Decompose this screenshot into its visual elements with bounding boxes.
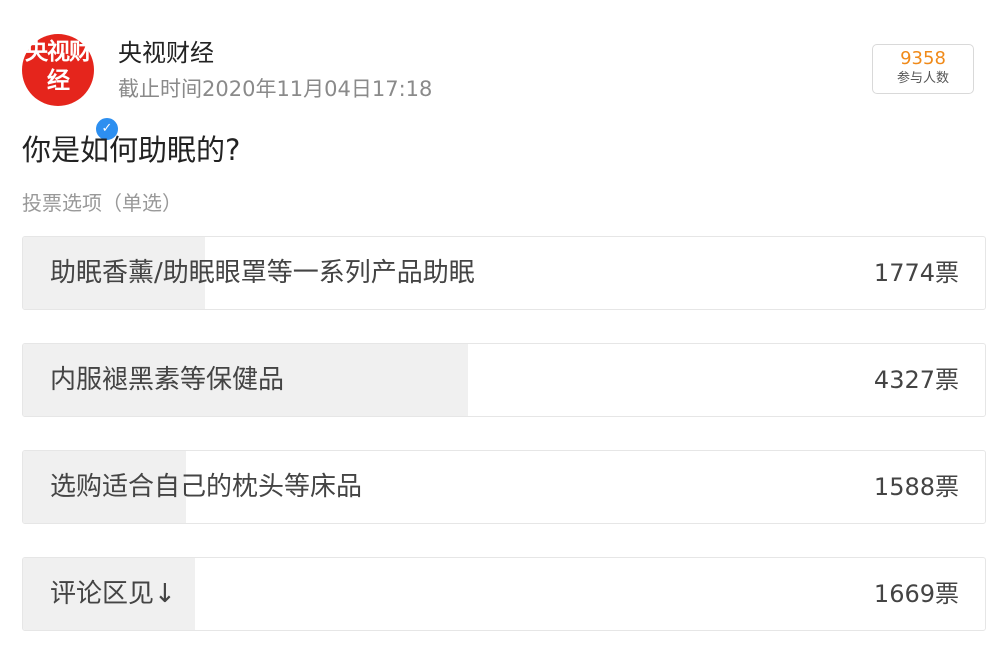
account-name[interactable]: 央视财经 — [118, 38, 214, 68]
poll-option-1[interactable]: 助眠香薰/助眠眼罩等一系列产品助眠 1774票 — [22, 236, 986, 310]
participants-label: 参与人数 — [896, 71, 949, 86]
poll-type-label: 投票选项（单选） — [22, 191, 182, 215]
poll-question: 你是如何助眠的? — [22, 133, 241, 167]
poll-option-label: 助眠香薰/助眠眼罩等一系列产品助眠 — [50, 258, 475, 288]
poll-option-votes: 1588票 — [873, 473, 959, 501]
participants-badge: 9358 参与人数 — [872, 44, 974, 94]
account-avatar[interactable]: 央视财经 ✓ — [22, 34, 120, 142]
participants-count: 9358 — [900, 48, 946, 69]
poll-option-3[interactable]: 选购适合自己的枕头等床品 1588票 — [22, 450, 986, 524]
poll-deadline: 截止时间2020年11月04日17:18 — [118, 77, 433, 101]
poll-option-votes: 4327票 — [873, 366, 959, 394]
avatar-logo-text: 央视财经 — [25, 39, 92, 94]
poll-option-votes: 1774票 — [873, 259, 959, 287]
poll-option-2[interactable]: 内服褪黑素等保健品 4327票 — [22, 343, 986, 417]
poll-option-label: 选购适合自己的枕头等床品 — [50, 472, 363, 502]
poll-option-4[interactable]: 评论区见↓ 1669票 — [22, 557, 986, 631]
poll-option-votes: 1669票 — [873, 580, 959, 608]
poll-option-label: 内服褪黑素等保健品 — [50, 365, 285, 395]
poll-option-label: 评论区见↓ — [50, 579, 176, 609]
